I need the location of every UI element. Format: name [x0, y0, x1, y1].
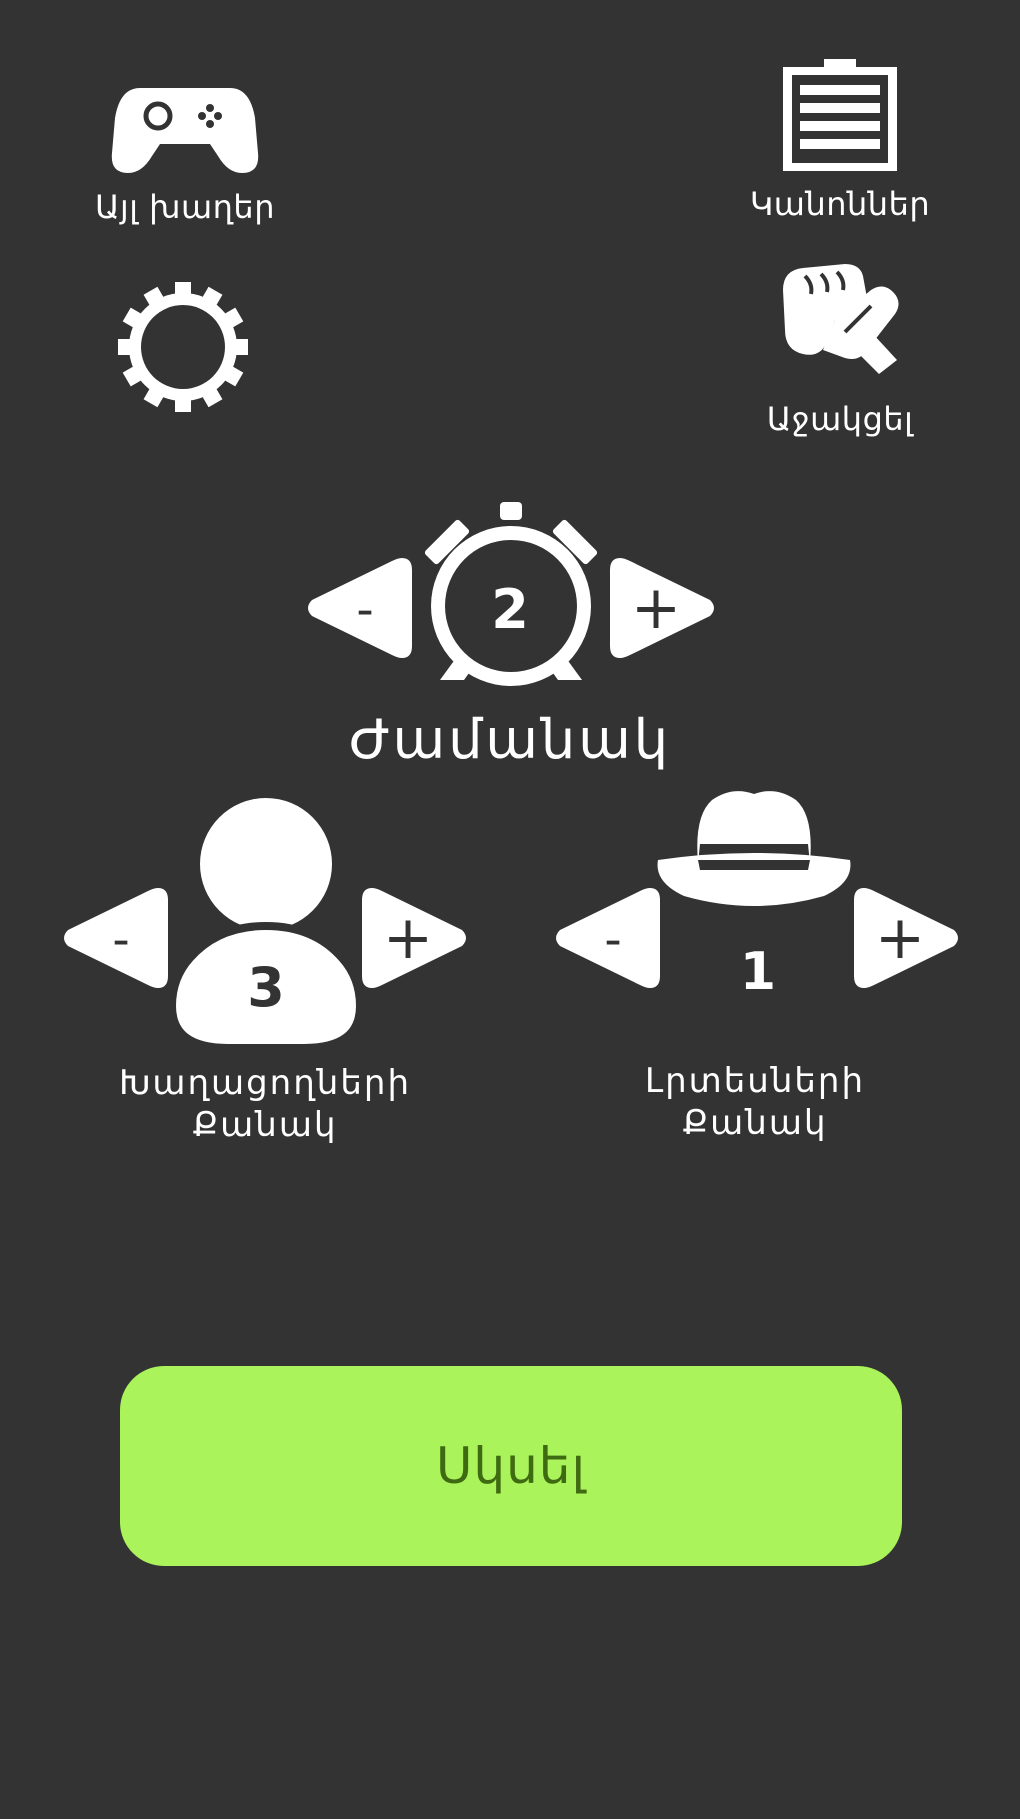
other-games-label: Այլ խաղեր [95, 188, 275, 226]
other-games-button[interactable]: Այլ խաղեր [70, 70, 300, 240]
gamepad-icon [111, 88, 259, 173]
timer-increase-button[interactable]: + [608, 552, 720, 664]
handshake-icon [783, 264, 899, 374]
rules-list-icon [783, 59, 897, 171]
spy-hat-icon [657, 791, 851, 906]
spies-label-line1: Լրտեսների [644, 1061, 866, 1101]
spies-decrease-button[interactable]: - [550, 882, 662, 994]
start-button[interactable]: Սկսել [120, 1366, 902, 1566]
timer-value: 2 [491, 578, 529, 641]
rules-label: Կանոններ [749, 185, 931, 223]
svg-text:-: - [604, 912, 621, 968]
players-label-line1: Խաղացողների [119, 1063, 411, 1103]
players-label-line2: Քանակ [192, 1105, 338, 1145]
players-value: 3 [247, 956, 285, 1019]
spies-label: Լրտեսների Քանակ [580, 1060, 930, 1144]
support-button[interactable]: Աջակցել [740, 250, 940, 450]
svg-text:+: + [383, 903, 433, 973]
settings-button[interactable] [118, 282, 248, 412]
svg-text:+: + [875, 903, 925, 973]
players-decrease-button[interactable]: - [58, 882, 170, 994]
timer-label: Ժամանակ [348, 708, 672, 771]
support-label: Աջակցել [766, 400, 914, 438]
spies-label-line2: Քանակ [682, 1103, 828, 1143]
spies-increase-button[interactable]: + [852, 882, 964, 994]
timer-decrease-button[interactable]: - [302, 552, 414, 664]
gear-icon [118, 282, 248, 412]
svg-text:-: - [356, 582, 373, 638]
svg-text:+: + [631, 573, 681, 643]
rules-button[interactable]: Կանոններ [740, 55, 940, 225]
players-label: Խաղացողների Քանակ [90, 1062, 440, 1146]
svg-text:-: - [112, 912, 129, 968]
players-increase-button[interactable]: + [360, 882, 472, 994]
spies-value: 1 [739, 942, 777, 1002]
